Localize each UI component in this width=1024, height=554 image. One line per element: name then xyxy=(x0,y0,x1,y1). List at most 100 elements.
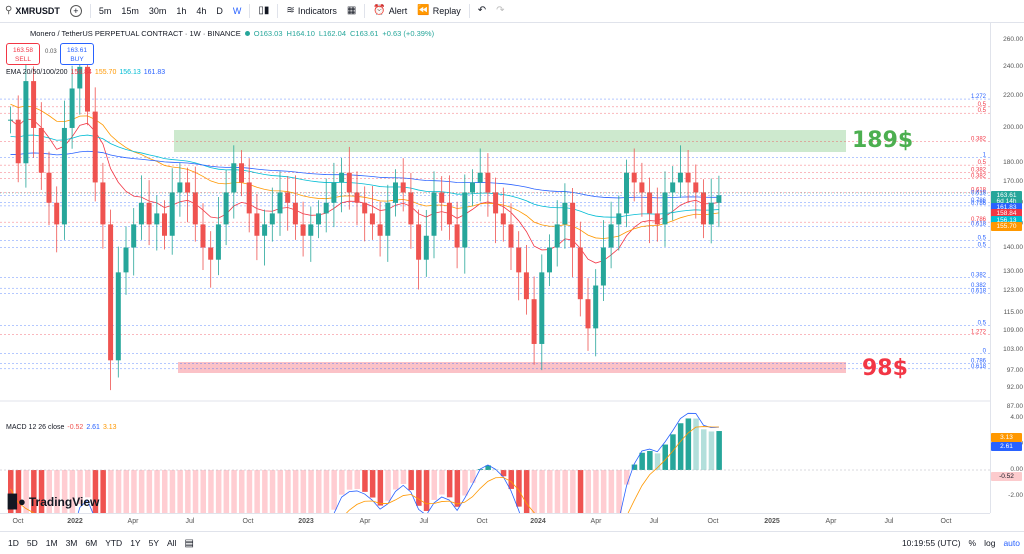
range-1d[interactable]: 1D xyxy=(0,538,23,548)
macd-histogram-bar xyxy=(331,470,337,510)
candle-body xyxy=(138,202,144,225)
replay-button[interactable]: ⏪ Replay xyxy=(412,0,465,22)
interval-d[interactable]: D xyxy=(211,0,228,22)
auto-toggle[interactable]: auto xyxy=(999,538,1024,548)
fib-level-label: 0.618 xyxy=(971,364,987,370)
range-all[interactable]: All xyxy=(163,538,180,548)
candle-body xyxy=(362,202,368,214)
fib-level-label: 0.5 xyxy=(978,160,987,166)
candle-body xyxy=(177,182,183,193)
candle-body xyxy=(8,119,13,121)
time-axis-label: Apr xyxy=(359,518,371,525)
symbol-search[interactable]: ⚲ XMRUSDT xyxy=(0,0,65,22)
candle-body xyxy=(585,299,591,329)
interval-4h[interactable]: 4h xyxy=(191,0,211,22)
ema-legend[interactable]: EMA 20/50/100/200 158.84 155.70 156.13 1… xyxy=(6,69,165,76)
candle-body xyxy=(208,247,214,260)
interval-30m[interactable]: 30m xyxy=(144,0,172,22)
log-toggle[interactable]: log xyxy=(980,538,999,548)
range-1y[interactable]: 1Y xyxy=(126,538,144,548)
macd-histogram-bar xyxy=(624,470,630,485)
candle-body xyxy=(23,81,29,164)
redo-button[interactable]: ↷ xyxy=(491,0,509,22)
support-annotation[interactable]: 98$ xyxy=(862,356,908,381)
range-3m[interactable]: 3M xyxy=(62,538,82,548)
range-6m[interactable]: 6M xyxy=(81,538,101,548)
macd-histogram-bar xyxy=(716,431,722,470)
candle-body xyxy=(508,224,514,248)
fib-level-label: 0.5 xyxy=(978,108,987,114)
layouts-button[interactable]: ▦ xyxy=(342,0,361,22)
chart-type-button[interactable]: ▯▮ xyxy=(253,0,274,22)
candle-body xyxy=(192,192,198,225)
sell-button[interactable]: 163.58 SELL xyxy=(6,43,40,65)
divider xyxy=(89,4,91,18)
interval-5m[interactable]: 5m xyxy=(94,0,117,22)
interval-w[interactable]: W xyxy=(228,0,247,22)
alarm-clock-icon: ⏰ xyxy=(373,5,386,16)
resistance-zone[interactable] xyxy=(174,130,846,152)
ema50-price-tag: 155.70 xyxy=(991,222,1022,232)
alert-button[interactable]: ⏰ Alert xyxy=(368,0,412,22)
grid-icon: ▦ xyxy=(346,5,357,16)
macd-histogram-bar xyxy=(316,470,322,513)
compare-symbol-button[interactable]: + xyxy=(65,0,87,22)
resistance-annotation[interactable]: 189$ xyxy=(852,128,913,153)
time-axis-label: Jul xyxy=(884,518,894,525)
time-axis-label: 2025 xyxy=(764,518,780,525)
macd-histogram-bar xyxy=(462,470,468,496)
range-5d[interactable]: 5D xyxy=(23,538,42,548)
candle-body xyxy=(146,202,152,225)
ema50-value: 155.70 xyxy=(94,69,117,76)
candle-body xyxy=(185,182,191,193)
market-status-dot xyxy=(244,31,250,36)
candle-body xyxy=(331,182,337,203)
candle-body xyxy=(31,81,37,128)
time-axis-label: Jul xyxy=(649,518,659,525)
macd-histogram-bar xyxy=(308,470,314,513)
time-axis-label: Apr xyxy=(825,518,837,525)
legend-title: Monero / TetherUS PERPETUAL CONTRACT · 1… xyxy=(30,29,241,38)
range-1m[interactable]: 1M xyxy=(42,538,62,548)
macd-histogram-bar xyxy=(616,470,622,513)
macd-histogram-bar xyxy=(708,431,715,470)
macd-histogram-bar xyxy=(585,470,591,513)
interval-1h[interactable]: 1h xyxy=(171,0,191,22)
candle-body xyxy=(423,235,429,260)
price-axis-label: 103.00 xyxy=(1003,346,1023,354)
legend-high: H164.10 xyxy=(286,29,315,38)
macd-legend[interactable]: MACD 12 26 close -0.52 2.61 3.13 xyxy=(6,424,117,431)
candle-body xyxy=(531,299,537,344)
candle-body xyxy=(593,285,599,329)
macd-pane xyxy=(0,412,990,513)
candle-body xyxy=(292,202,298,225)
time-axis[interactable]: Oct 2022 Apr Jul Oct 2023 Apr Jul Oct 2024 Apr Jul O… xyxy=(0,513,990,532)
macd-histogram-bar xyxy=(593,470,599,513)
time-axis-label: Oct xyxy=(476,518,488,525)
fib-level-label: 0.5 xyxy=(978,235,987,241)
time-axis-label: 2024 xyxy=(530,518,546,525)
goto-date-button[interactable]: ▤ xyxy=(180,538,197,549)
buy-button[interactable]: 163.61 BUY xyxy=(60,43,94,65)
percent-toggle[interactable]: % xyxy=(965,538,981,548)
candle-body xyxy=(454,224,460,248)
tradingview-logo[interactable]: ▉● TradingView xyxy=(8,494,99,510)
range-ytd[interactable]: YTD xyxy=(101,538,126,548)
candle-body xyxy=(608,224,614,248)
interval-15m[interactable]: 15m xyxy=(116,0,144,22)
candle-body xyxy=(716,195,722,203)
price-chart[interactable]: 1.2720.50.50.38210.50.3820.3820.6180.786… xyxy=(0,23,990,513)
ema-label: EMA 20/50/100/200 xyxy=(6,69,68,76)
price-axis-label: 97.00 xyxy=(1006,366,1023,374)
macd-histogram-bar xyxy=(693,418,699,470)
candle-body xyxy=(131,224,137,248)
clock-time[interactable]: 10:19:55 (UTC) xyxy=(898,538,965,548)
indicators-button[interactable]: ≋ Indicators xyxy=(281,0,341,22)
macd-histogram-bar xyxy=(531,470,538,513)
legend-low: L162.04 xyxy=(318,29,347,38)
undo-button[interactable]: ↶ xyxy=(473,0,491,22)
time-axis-label: Oct xyxy=(707,518,719,525)
spread-value: 0.03 xyxy=(45,49,57,55)
range-5y[interactable]: 5Y xyxy=(145,538,163,548)
macd-histogram-bar xyxy=(192,470,199,513)
